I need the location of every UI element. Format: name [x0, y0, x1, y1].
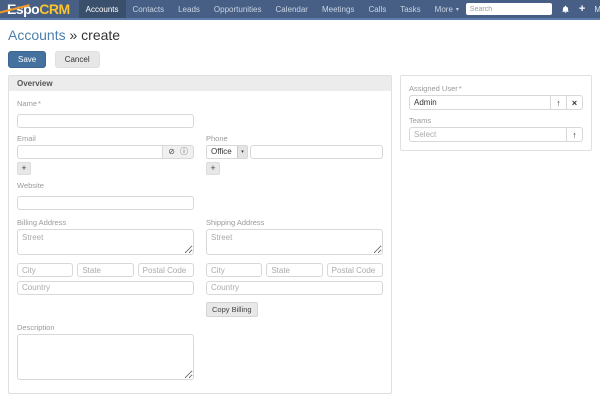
- navbar-tabs: Accounts Contacts Leads Opportunities Ca…: [78, 0, 466, 18]
- required-asterisk: *: [38, 99, 41, 108]
- overview-panel: Overview Name* Email ⊘ ⓘ + Phone Office …: [8, 75, 392, 394]
- select-teams-button[interactable]: ↑: [567, 127, 583, 142]
- email-label: Email: [17, 134, 36, 143]
- save-button[interactable]: Save: [8, 51, 47, 68]
- navbar: Espo CRM Accounts Contacts Leads Opportun…: [0, 0, 600, 20]
- billing-state-field[interactable]: [77, 263, 134, 277]
- tab-label: Leads: [178, 4, 200, 14]
- billing-postal-code-field[interactable]: [137, 263, 194, 277]
- quick-create-plus-icon[interactable]: +: [579, 3, 585, 15]
- breadcrumb-separator: »: [69, 27, 78, 43]
- shipping-city-field[interactable]: [206, 263, 263, 277]
- tab-leads[interactable]: Leads: [171, 0, 207, 18]
- bell-icon[interactable]: [561, 5, 570, 14]
- name-field[interactable]: [17, 113, 194, 128]
- cancel-button[interactable]: Cancel: [54, 51, 100, 68]
- tab-meetings[interactable]: Meetings: [315, 0, 361, 18]
- breadcrumb-accounts-link[interactable]: Accounts: [8, 27, 66, 43]
- arrow-up-icon: ↑: [572, 129, 577, 140]
- shipping-street-field[interactable]: [206, 229, 383, 255]
- invalid-icon[interactable]: ⓘ: [180, 148, 188, 156]
- description-field[interactable]: [17, 334, 194, 380]
- menu-label: Menu: [594, 4, 600, 14]
- tab-tasks[interactable]: Tasks: [393, 0, 427, 18]
- tab-calendar[interactable]: Calendar: [269, 0, 315, 18]
- tab-label: Tasks: [400, 4, 421, 14]
- tab-label: Contacts: [132, 4, 165, 14]
- select-user-button[interactable]: ↑: [551, 95, 567, 110]
- website-label: Website: [17, 181, 44, 190]
- tab-label: Calls: [368, 4, 387, 14]
- tab-opportunities[interactable]: Opportunities: [207, 0, 269, 18]
- opt-out-icon[interactable]: ⊘: [168, 148, 175, 156]
- shipping-postal-code-field[interactable]: [326, 263, 383, 277]
- assigned-user-field[interactable]: [409, 95, 551, 110]
- add-email-button[interactable]: +: [17, 162, 31, 175]
- required-asterisk: *: [458, 84, 462, 93]
- close-icon: ×: [571, 97, 578, 108]
- phone-type-value: Office: [211, 147, 232, 156]
- arrow-up-icon: ↑: [556, 97, 561, 108]
- clear-user-button[interactable]: ×: [567, 95, 583, 110]
- breadcrumb: Accounts » create: [8, 27, 592, 43]
- name-label: Name*: [17, 99, 41, 108]
- copy-billing-button[interactable]: Copy Billing: [206, 302, 258, 317]
- shipping-country-field[interactable]: [206, 280, 383, 295]
- tab-calls[interactable]: Calls: [361, 0, 393, 18]
- billing-city-field[interactable]: [17, 263, 74, 277]
- tab-label: More: [434, 4, 453, 14]
- page-title-create: create: [81, 27, 121, 43]
- tab-contacts[interactable]: Contacts: [126, 0, 172, 18]
- tab-label: Opportunities: [213, 4, 262, 14]
- shipping-state-field[interactable]: [266, 263, 323, 277]
- phone-field[interactable]: [250, 145, 383, 159]
- billing-country-field[interactable]: [17, 280, 194, 295]
- email-addon: ⊘ ⓘ: [163, 145, 194, 159]
- tab-label: Accounts: [85, 4, 119, 14]
- teams-field[interactable]: [409, 127, 567, 142]
- logo-crm-text: CRM: [39, 1, 70, 17]
- action-buttons: Save Cancel: [8, 49, 592, 68]
- tab-accounts[interactable]: Accounts: [78, 0, 126, 18]
- phone-label: Phone: [206, 134, 228, 143]
- assigned-user-label: Assigned User*: [409, 84, 462, 93]
- search-input[interactable]: [465, 3, 552, 15]
- menu-dropdown[interactable]: Menu▾: [594, 5, 600, 14]
- billing-address-label: Billing Address: [17, 218, 67, 227]
- overview-panel-title: Overview: [9, 76, 391, 91]
- billing-street-field[interactable]: [17, 229, 194, 255]
- website-field[interactable]: [17, 195, 194, 210]
- logo[interactable]: Espo CRM: [0, 0, 79, 18]
- chevron-down-icon: ▾: [455, 6, 459, 13]
- shipping-address-label: Shipping Address: [206, 218, 265, 227]
- chevron-down-icon: ▾: [237, 146, 247, 158]
- side-panel: Assigned User* ↑ × Teams ↑: [400, 75, 592, 151]
- logo-espo-text: Espo: [7, 1, 40, 17]
- teams-label: Teams: [409, 116, 432, 125]
- tab-more[interactable]: More ▾: [428, 0, 466, 18]
- description-label: Description: [17, 323, 55, 332]
- add-phone-button[interactable]: +: [206, 162, 220, 175]
- tab-label: Meetings: [321, 4, 355, 14]
- navbar-right: + Menu▾: [465, 0, 600, 18]
- tab-label: Calendar: [275, 4, 308, 14]
- phone-type-select[interactable]: Office ▾: [206, 145, 248, 159]
- email-field[interactable]: [17, 145, 164, 159]
